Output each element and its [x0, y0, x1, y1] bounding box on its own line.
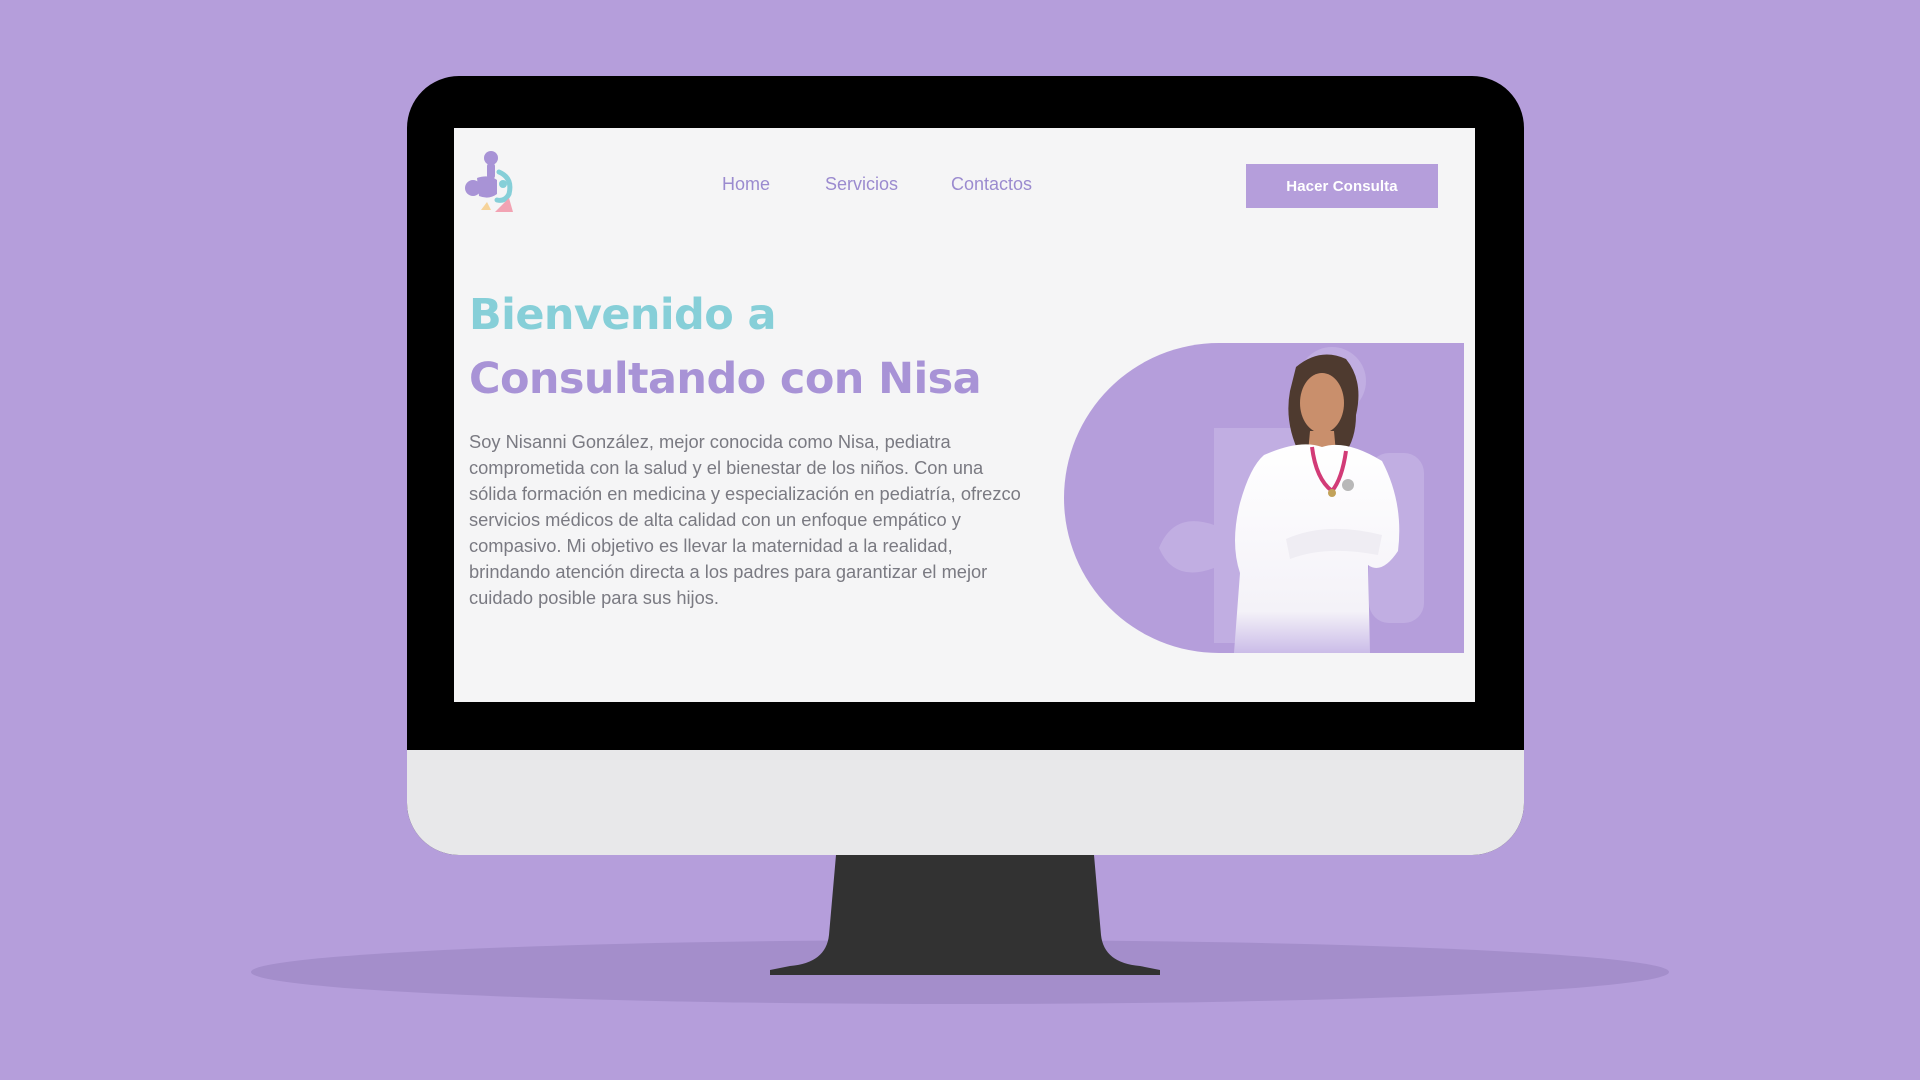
monitor-stand [770, 855, 1160, 975]
hero-description: Soy Nisanni González, mejor conocida com… [469, 431, 1021, 608]
doctor-portrait-icon [1064, 343, 1464, 653]
hero-title: Bienvenido a Consultando con Nisa [469, 283, 982, 411]
scene-background: Home Servicios Contactos Hacer Consulta … [0, 0, 1920, 1080]
hacer-consulta-button[interactable]: Hacer Consulta [1246, 164, 1438, 208]
monitor-chin [407, 750, 1524, 855]
nav-home-link[interactable]: Home [722, 174, 770, 195]
hero-title-line1: Bienvenido a [469, 290, 777, 340]
nav-servicios-link[interactable]: Servicios [825, 174, 898, 195]
website-screen: Home Servicios Contactos Hacer Consulta … [454, 128, 1475, 702]
nav-contactos-link[interactable]: Contactos [951, 174, 1032, 195]
hero-title-line2: Consultando con Nisa [469, 354, 982, 404]
monitor: Home Servicios Contactos Hacer Consulta … [407, 76, 1524, 855]
